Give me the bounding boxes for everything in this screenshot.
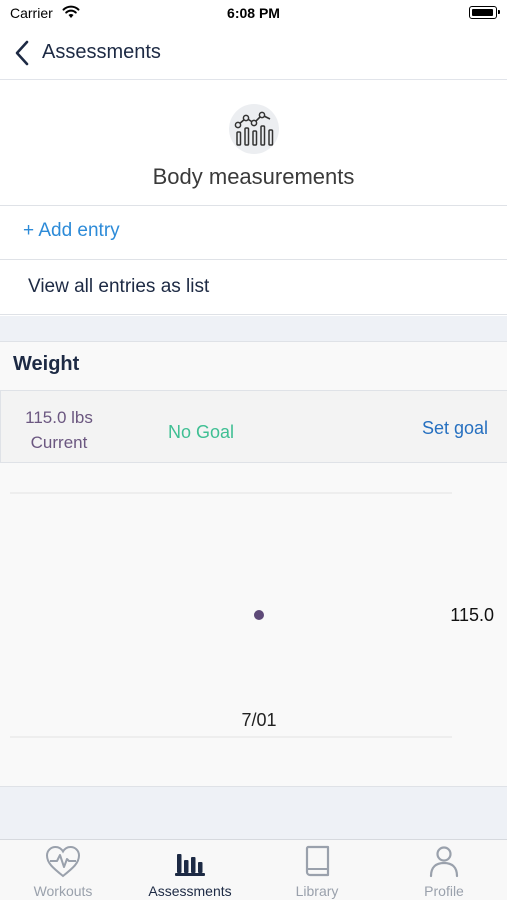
tab-assessments[interactable]: Assessments [127,840,253,900]
bottom-spacer [0,787,507,839]
tab-label: Assessments [148,883,232,899]
page-title: Body measurements [152,164,355,189]
heart-pulse-icon [0,845,126,884]
view-all-entries-row[interactable]: View all entries as list [0,260,507,315]
tab-label: Workouts [33,883,93,899]
data-value-label: 115.0 [450,605,494,625]
tab-label: Profile [424,883,464,899]
section-separator [0,316,507,342]
tab-library[interactable]: Library [254,840,380,900]
x-tick-label: 7/01 [241,710,276,730]
battery-icon [469,6,500,19]
back-chevron-icon[interactable] [14,40,30,66]
tab-workouts[interactable]: Workouts [0,840,126,900]
person-icon [381,845,507,884]
clock: 6:08 PM [227,5,280,21]
tab-profile[interactable]: Profile [381,840,507,900]
add-entry-row[interactable]: + Add entry [0,206,507,260]
add-entry-button[interactable]: + Add entry [23,220,120,242]
current-weight-label: Current [30,433,88,452]
book-icon [254,845,380,884]
view-all-entries-button[interactable]: View all entries as list [28,276,209,298]
weight-title: Weight [13,353,80,375]
tab-label: Library [295,883,339,899]
weight-card: Weight 115.0 lbs Current No Goal Set goa… [0,342,507,787]
data-point [254,610,264,620]
weight-chart: 7/01 115.0 [10,492,494,738]
page-header: Body measurements [0,80,507,206]
set-goal-button[interactable]: Set goal [422,418,488,439]
chart-bars-icon [229,104,279,154]
back-button[interactable]: Assessments [42,41,161,64]
bar-chart-icon [127,845,253,884]
navigation-bar: Assessments [0,28,507,80]
tab-bar: Workouts Assessments Library Profile [0,839,507,900]
goal-status: No Goal [168,422,235,442]
current-weight-value: 115.0 lbs [25,408,93,427]
goal-row: 115.0 lbs Current No Goal Set goal [0,390,507,463]
status-bar: Carrier 6:08 PM [0,0,507,28]
